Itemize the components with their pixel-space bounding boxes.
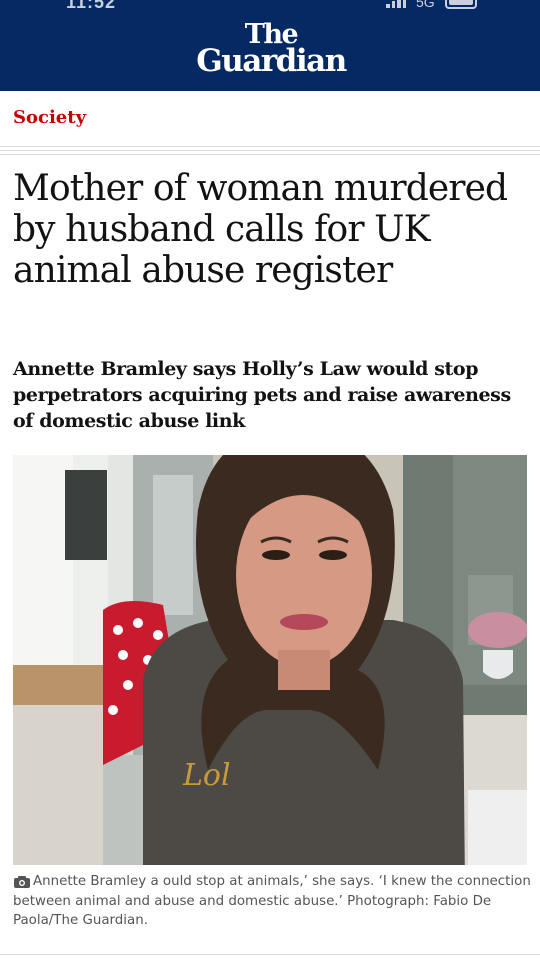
article-standfirst: Annette Bramley says Holly’s Law would s… <box>13 358 511 432</box>
battery-icon <box>444 0 477 9</box>
divider <box>0 154 540 155</box>
section-link-society[interactable]: Society <box>13 107 86 128</box>
status-bar: 11:52 5G <box>0 0 540 14</box>
divider <box>0 150 540 151</box>
status-time: 11:52 <box>66 0 117 12</box>
signal-icon <box>386 0 406 8</box>
divider <box>0 954 540 955</box>
app-header: 11:52 5G The Guardian <box>0 0 540 91</box>
video-overlay-woman: Lol <box>143 455 465 865</box>
article-headline: Mother of woman murdered by husband call… <box>13 168 508 291</box>
status-indicators: 5G <box>386 0 477 10</box>
svg-text:Lol: Lol <box>182 758 231 793</box>
image-caption: Annette Bramley a ould stop at animals,’… <box>13 874 531 928</box>
guardian-logo[interactable]: The Guardian <box>176 21 366 79</box>
logo-line-guardian: Guardian <box>196 43 347 79</box>
network-label: 5G <box>416 0 435 10</box>
divider <box>0 146 540 147</box>
article-main-image: Lol <box>13 455 527 865</box>
